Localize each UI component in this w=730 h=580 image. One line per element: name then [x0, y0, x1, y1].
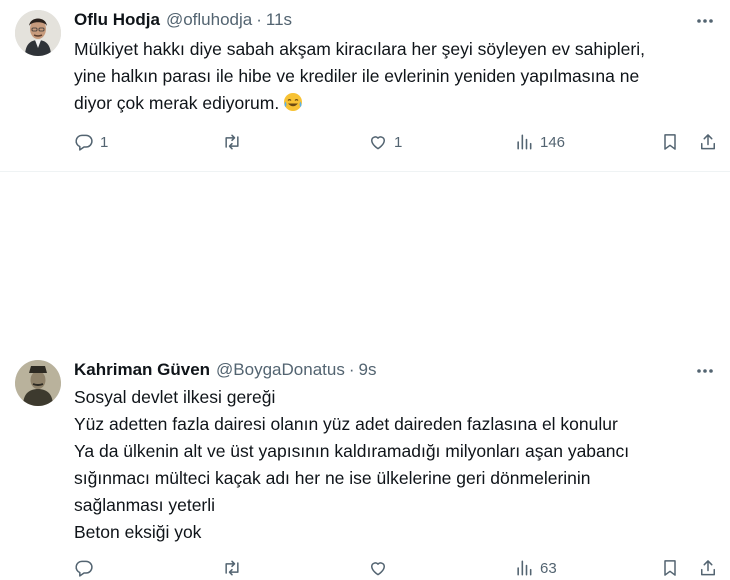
display-name[interactable]: Kahriman Güven	[74, 360, 210, 380]
like-count: 1	[394, 133, 403, 151]
reply-icon	[75, 134, 93, 151]
separator: ·	[348, 360, 355, 379]
separator: ·	[256, 10, 262, 29]
more-icon[interactable]	[694, 10, 716, 32]
tweet-text-line: Beton eksiği yok	[74, 522, 202, 542]
share-icon	[701, 134, 715, 150]
views-icon	[517, 134, 532, 150]
like-icon	[371, 562, 385, 576]
tweet-text: Sosyal devlet ilkesi gereği Yüz adetten …	[74, 384, 710, 546]
views-button[interactable]: 63	[514, 556, 557, 580]
tweet-actions: 1 1 146	[74, 130, 730, 154]
tweet-text-line: yine halkın parası ile hibe ve krediler …	[74, 66, 640, 86]
retweet-button[interactable]	[222, 130, 248, 154]
reply-button[interactable]: 1	[74, 130, 108, 154]
bookmark-icon	[664, 560, 676, 576]
tweet-text: Mülkiyet hakkı diye sabah akşam kiracıla…	[74, 36, 710, 117]
tweet-text-line: Ya da ülkenin alt ve üst yapısının kaldı…	[74, 441, 630, 461]
views-count: 63	[540, 559, 557, 577]
display-name[interactable]: Oflu Hodja	[74, 10, 160, 30]
reply-icon	[75, 560, 93, 577]
views-icon	[517, 560, 532, 576]
avatar[interactable]	[15, 360, 61, 406]
tweet-text-line: Sosyal devlet ilkesi gereği	[74, 387, 276, 407]
retweet-button[interactable]	[222, 556, 248, 580]
tweet-text-line: diyor çok merak ediyorum.	[74, 90, 710, 117]
tweet-text-line: sağlanması yeterli	[74, 495, 216, 515]
timestamp[interactable]: 9s	[359, 360, 377, 380]
tweet-header: Kahriman Güven @BoygaDonatus · 9s	[74, 359, 376, 381]
like-button[interactable]	[368, 556, 394, 580]
user-handle[interactable]: @ofluhodja	[166, 10, 252, 30]
face-with-tears-of-joy-icon	[284, 93, 303, 111]
bookmark-button[interactable]	[660, 556, 680, 580]
bookmark-icon	[664, 134, 676, 150]
retweet-icon	[225, 134, 239, 150]
tweet-text-line: Yüz adetten fazla dairesi olanın yüz ade…	[74, 414, 618, 434]
avatar-image	[15, 360, 61, 406]
tweet-actions: 63	[74, 556, 730, 580]
user-handle[interactable]: @BoygaDonatus	[216, 360, 345, 380]
share-button[interactable]	[698, 556, 718, 580]
reply-button[interactable]	[74, 556, 100, 580]
bookmark-button[interactable]	[660, 130, 680, 154]
timestamp[interactable]: 11s	[266, 10, 292, 30]
tweet-text-line: Mülkiyet hakkı diye sabah akşam kiracıla…	[74, 39, 645, 59]
share-button[interactable]	[698, 130, 718, 154]
avatar[interactable]	[15, 10, 61, 56]
tweet[interactable]: Oflu Hodja @ofluhodja · 11s Mülkiyet hak…	[0, 0, 730, 172]
reply-count: 1	[100, 133, 109, 151]
views-button[interactable]: 146	[514, 130, 565, 154]
tweet-text-line: sığınmacı mülteci kaçak adı her ne ise ü…	[74, 468, 591, 488]
views-count: 146	[540, 133, 566, 151]
like-icon	[371, 136, 385, 150]
more-icon[interactable]	[694, 360, 716, 382]
retweet-icon	[225, 560, 239, 576]
tweet[interactable]: Kahriman Güven @BoygaDonatus · 9s Sosyal…	[0, 172, 730, 577]
avatar-image	[15, 10, 61, 56]
like-button[interactable]: 1	[368, 130, 402, 154]
share-icon	[701, 560, 715, 576]
tweet-header: Oflu Hodja @ofluhodja · 11s	[74, 9, 292, 31]
